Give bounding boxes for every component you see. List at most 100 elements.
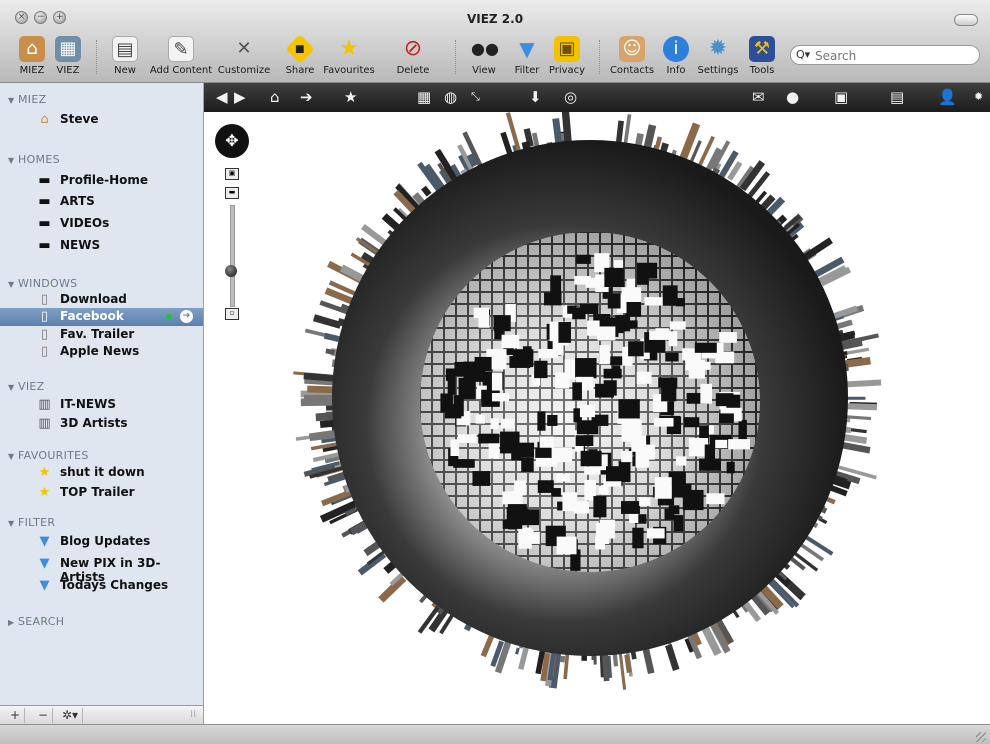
photo-tile bbox=[584, 466, 601, 475]
online-indicator bbox=[166, 314, 172, 320]
sidebar-item-apple-news[interactable]: ▯ Apple News bbox=[0, 343, 203, 361]
photo-tile bbox=[706, 493, 725, 505]
photo-tile bbox=[621, 450, 634, 463]
grid-view-icon[interactable]: ▦ bbox=[417, 88, 431, 106]
chat-icon[interactable]: ● bbox=[786, 88, 799, 106]
toolbar-toggle-button[interactable] bbox=[954, 14, 978, 26]
sidebar-item-top-trailer[interactable]: ★ TOP Trailer bbox=[0, 484, 203, 502]
sidebar-item-news[interactable]: ▬ NEWS bbox=[0, 237, 203, 255]
photo-tile bbox=[474, 356, 492, 372]
section-header-windows[interactable]: ▼ WINDOWS bbox=[8, 277, 77, 290]
toolbar-new-button[interactable]: ▤ New bbox=[107, 36, 143, 76]
photo-tile bbox=[534, 360, 548, 379]
forward-icon[interactable]: ▶ bbox=[234, 88, 246, 106]
sidebar-item-arts[interactable]: ▬ ARTS bbox=[0, 193, 203, 211]
photo-tile-spike bbox=[844, 403, 878, 411]
toolbar-view-button[interactable]: ●● View bbox=[468, 36, 500, 76]
section-header-viez[interactable]: ▼ VIEZ bbox=[8, 380, 44, 393]
sidebar-item-videos[interactable]: ▬ VIDEOs bbox=[0, 215, 203, 233]
sidebar-item-fav-trailer[interactable]: ▯ Fav. Trailer bbox=[0, 326, 203, 344]
toolbar-delete-button[interactable]: ⊘ Delete bbox=[394, 36, 432, 76]
toolbar-add-content-button[interactable]: ✎ Add Content bbox=[148, 36, 214, 76]
photo-tile bbox=[653, 417, 674, 427]
photo-tile-spike bbox=[602, 651, 610, 682]
photo-tile bbox=[628, 341, 644, 357]
toolbar-viez-button[interactable]: ▦ VIEZ bbox=[52, 36, 84, 76]
search-input[interactable] bbox=[813, 47, 967, 65]
sidebar-item-blog-updates[interactable]: ▼ Blog Updates bbox=[0, 533, 203, 551]
star-icon[interactable]: ★ bbox=[344, 88, 357, 106]
disclosure-open-icon: ▼ bbox=[8, 280, 15, 289]
content-sphere-visualization[interactable] bbox=[204, 112, 990, 724]
gear-icon[interactable]: ✹ bbox=[974, 88, 983, 106]
photo-tile bbox=[726, 461, 735, 474]
photo-tile bbox=[625, 301, 642, 317]
search-field[interactable]: Q▾ bbox=[790, 45, 980, 65]
remove-button[interactable]: − bbox=[34, 708, 53, 723]
photo-tile bbox=[593, 496, 607, 518]
toolbar-tools-button[interactable]: ⚒ Tools bbox=[747, 36, 777, 76]
star-icon: ★ bbox=[38, 485, 51, 500]
toolbar-contacts-button[interactable]: ☺ Contacts bbox=[609, 36, 655, 76]
toolbar-favourites-button[interactable]: ★ Favourites bbox=[321, 36, 377, 76]
photo-tile bbox=[547, 415, 558, 426]
photo-tile bbox=[605, 466, 625, 482]
toolbar-miez-button[interactable]: ⌂ MIEZ bbox=[16, 36, 48, 76]
resize-handle[interactable]: ⁞⁞ bbox=[190, 709, 196, 720]
section-header-miez[interactable]: ▼ MIEZ bbox=[8, 93, 46, 106]
expand-icon[interactable]: ⤡ bbox=[471, 88, 480, 106]
sidebar-item-todays-changes[interactable]: ▼ Todays Changes bbox=[0, 577, 203, 595]
download-icon[interactable]: ⬇ bbox=[529, 88, 542, 106]
disclosure-open-icon: ▼ bbox=[8, 519, 15, 528]
sidebar-item-3d-artists[interactable]: ▥ 3D Artists bbox=[0, 415, 203, 433]
go-icon[interactable]: ➔ bbox=[300, 88, 313, 106]
disclosure-open-icon: ▼ bbox=[8, 383, 15, 392]
sidebar-item-it-news[interactable]: ▥ IT-NEWS bbox=[0, 396, 203, 414]
toolbar-customize-button[interactable]: ✕ Customize bbox=[216, 36, 272, 76]
photo-tile bbox=[445, 368, 455, 381]
photo-tile-spike bbox=[624, 654, 632, 674]
section-header-homes[interactable]: ▼ HOMES bbox=[8, 153, 60, 166]
sidebar-item-steve[interactable]: ⌂ Steve bbox=[0, 111, 203, 129]
filter-icon: ▼ bbox=[39, 534, 50, 549]
photo-tile bbox=[475, 414, 485, 424]
action-menu-button[interactable]: ✲▾ bbox=[58, 708, 83, 723]
mail-icon[interactable]: ✉ bbox=[752, 88, 765, 106]
section-header-search[interactable]: ▶ SEARCH bbox=[8, 615, 64, 628]
binoculars-icon: ●● bbox=[471, 39, 499, 58]
sidebar-item-shut-it-down[interactable]: ★ shut it down bbox=[0, 464, 203, 482]
go-arrow-icon[interactable]: ➔ bbox=[180, 310, 193, 323]
toolbar-privacy-button[interactable]: ▣ Privacy bbox=[547, 36, 587, 76]
toolbar-separator bbox=[455, 40, 456, 74]
toolbar-settings-button[interactable]: ✹ Settings bbox=[696, 36, 740, 76]
section-header-filter[interactable]: ▼ FILTER bbox=[8, 516, 55, 529]
photo-tile-spike bbox=[357, 551, 387, 576]
sidebar-item-download[interactable]: ▯ Download bbox=[0, 291, 203, 309]
search-icon: Q▾ bbox=[796, 48, 811, 61]
window-resize-grip[interactable] bbox=[976, 732, 986, 742]
photo-tile bbox=[621, 320, 638, 329]
toolbar-info-button[interactable]: i Info bbox=[662, 36, 690, 76]
filter-icon: ▼ bbox=[39, 556, 50, 571]
home-icon[interactable]: ⌂ bbox=[270, 88, 280, 106]
toolbar-filter-button[interactable]: ▼ Filter bbox=[512, 36, 542, 76]
user-icon[interactable]: 👤 bbox=[938, 88, 957, 106]
toolbar-share-button[interactable]: ◆ Share bbox=[284, 34, 316, 76]
sidebar-item-profile-home[interactable]: ▬ Profile-Home bbox=[0, 172, 203, 190]
photo-tile bbox=[502, 519, 523, 529]
photo-tile bbox=[612, 365, 621, 378]
camera-icon[interactable]: ▣ bbox=[834, 88, 848, 106]
add-button[interactable]: + bbox=[6, 708, 25, 723]
back-icon[interactable]: ◀ bbox=[216, 88, 228, 106]
page-icon: ▯ bbox=[40, 309, 49, 324]
disclosure-closed-icon: ▶ bbox=[8, 618, 15, 627]
sidebar-item-new-pix[interactable]: ▼ New PIX in 3D-Artists bbox=[0, 555, 203, 584]
photo-tile bbox=[453, 459, 475, 468]
globe-icon[interactable]: ◍ bbox=[444, 88, 457, 106]
photo-tile bbox=[673, 515, 684, 532]
compass-icon[interactable]: ◎ bbox=[564, 88, 577, 106]
viez-icon: ▥ bbox=[38, 416, 51, 431]
briefcase-icon[interactable]: ▤ bbox=[890, 88, 904, 106]
section-header-favourites[interactable]: ▼ FAVOURITES bbox=[8, 449, 89, 462]
sidebar-item-facebook[interactable]: ▯ Facebook ➔ bbox=[0, 308, 203, 326]
